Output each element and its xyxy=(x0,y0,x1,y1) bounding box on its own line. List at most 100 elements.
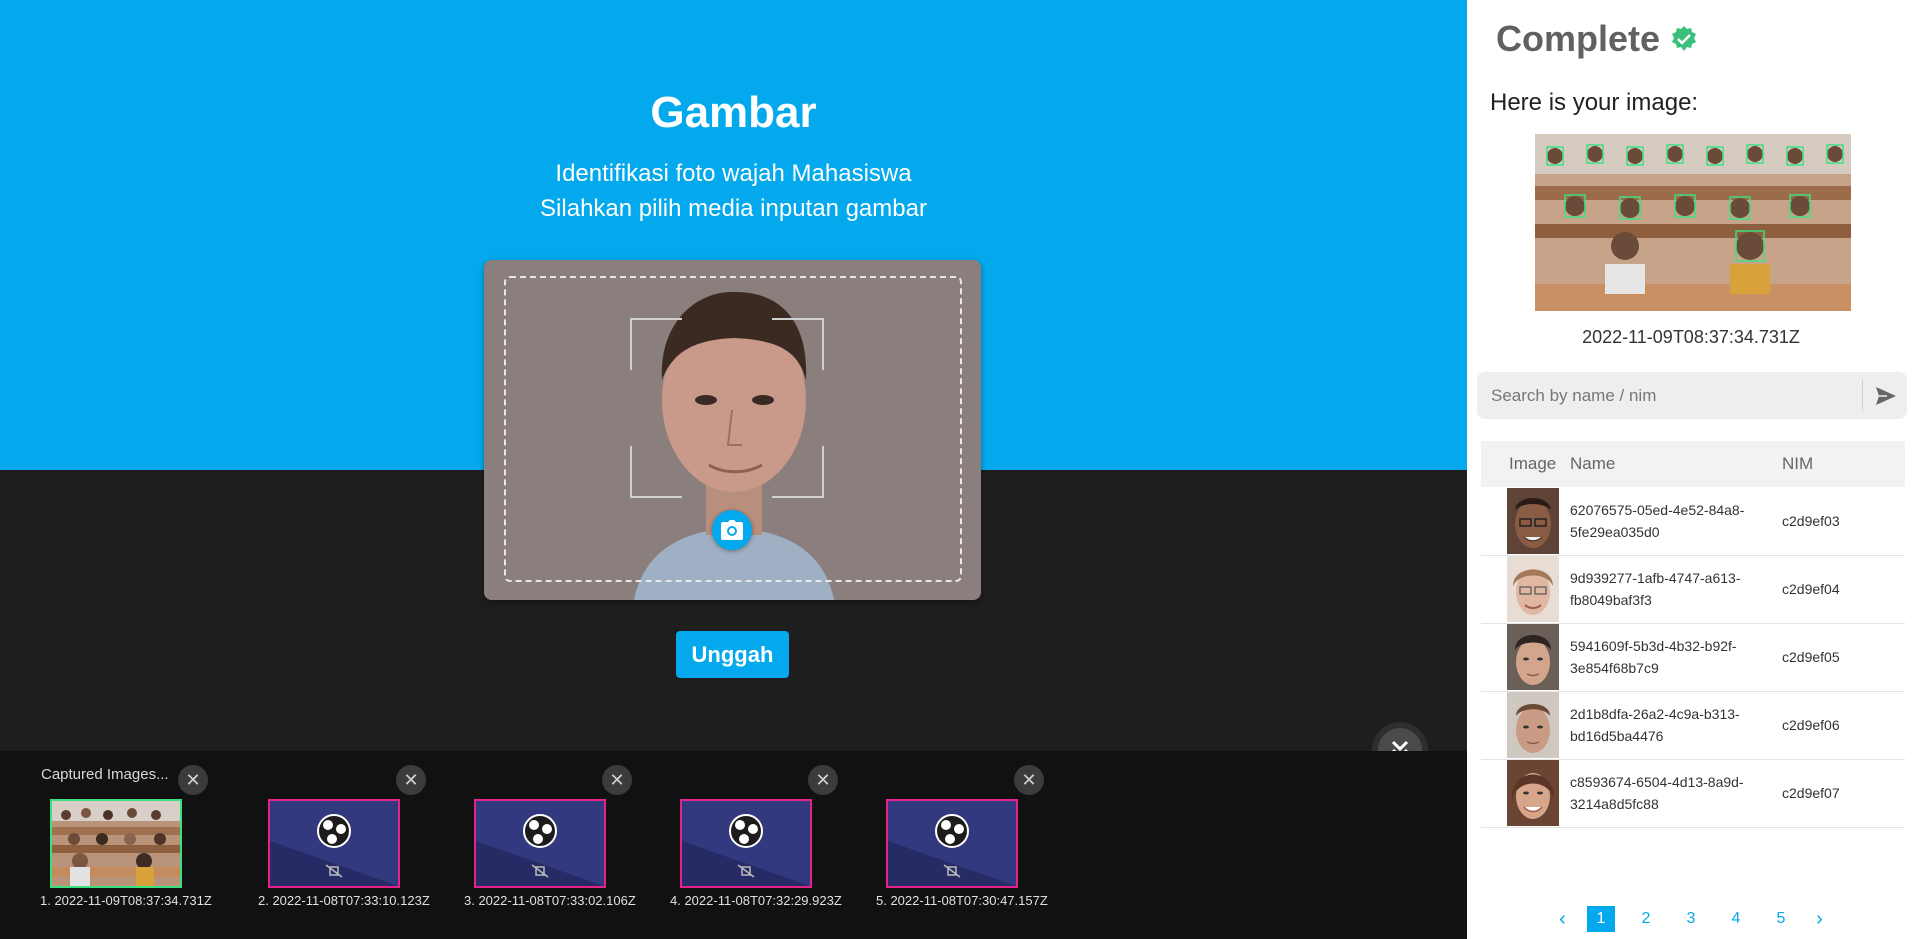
table-row[interactable]: 5941609f-5b3d-4b32-b92f- 3e854f68b7c9 c2d… xyxy=(1481,623,1905,691)
table-row[interactable]: 9d939277-1afb-4747-a613- fb8049baf3f3 c2d… xyxy=(1481,555,1905,623)
captured-thumbnail[interactable]: ✕ 2. 2022-11-08T07:33:10.123Z xyxy=(258,765,430,908)
name-line: 3214a8d5fc88 xyxy=(1570,796,1659,812)
name-cell: 5941609f-5b3d-4b32-b92f- 3e854f68b7c9 xyxy=(1570,623,1782,691)
face-thumbnail xyxy=(1507,487,1559,554)
prev-page-button[interactable]: ‹ xyxy=(1547,908,1579,931)
focus-corner xyxy=(772,318,824,370)
search-divider xyxy=(1862,380,1863,411)
nim-cell: c2d9ef03 xyxy=(1782,512,1840,529)
chevron-left-icon: ‹ xyxy=(1559,907,1566,930)
name-line: c8593674-6504-4d13-8a9d- xyxy=(1570,774,1744,790)
face-thumbnail xyxy=(1507,692,1559,758)
result-title-text: Complete xyxy=(1496,18,1661,59)
subtitle-line-2: Silahkan pilih media inputan gambar xyxy=(540,195,927,222)
verified-badge-icon xyxy=(1672,26,1697,51)
chevron-right-icon: › xyxy=(1816,907,1823,930)
camera-preview[interactable] xyxy=(484,260,981,600)
obs-placeholder-image xyxy=(270,801,398,886)
name-line: fb8049baf3f3 xyxy=(1570,592,1652,608)
face-image-cell xyxy=(1481,623,1570,691)
captured-images-title: Captured Images... xyxy=(41,766,169,783)
close-icon: ✕ xyxy=(609,769,625,790)
face-image-cell xyxy=(1481,487,1570,555)
name-line: 5941609f-5b3d-4b32-b92f- xyxy=(1570,638,1737,654)
column-header-image: Image xyxy=(1509,454,1557,473)
name-line: 3e854f68b7c9 xyxy=(1570,660,1659,676)
result-timestamp: 2022-11-09T08:37:34.731Z xyxy=(1582,327,1800,347)
thumbnail-caption: 2. 2022-11-08T07:33:10.123Z xyxy=(258,893,430,908)
annotated-classroom-photo xyxy=(1535,134,1851,311)
nim-cell: c2d9ef04 xyxy=(1782,581,1840,597)
table-row[interactable]: 62076575-05ed-4e52-84a8- 5fe29ea035d0 c2d… xyxy=(1481,487,1905,555)
capture-button[interactable] xyxy=(712,510,752,550)
face-thumbnail xyxy=(1507,556,1559,622)
name-cell: 9d939277-1afb-4747-a613- fb8049baf3f3 xyxy=(1570,555,1782,623)
nim-cell: c2d9ef05 xyxy=(1782,649,1840,665)
camera-icon xyxy=(721,520,743,540)
face-thumbnail xyxy=(1507,624,1559,690)
remove-image-button[interactable]: ✕ xyxy=(396,765,426,795)
remove-image-button[interactable]: ✕ xyxy=(178,765,208,795)
name-line: 62076575-05ed-4e52-84a8- xyxy=(1570,501,1745,518)
page-title: Gambar xyxy=(650,88,817,137)
table-row[interactable]: c8593674-6504-4d13-8a9d- 3214a8d5fc88 c2d… xyxy=(1481,759,1905,827)
thumbnail-image[interactable] xyxy=(680,799,812,888)
name-cell: c8593674-6504-4d13-8a9d- 3214a8d5fc88 xyxy=(1570,759,1782,827)
subtitle-line-1: Identifikasi foto wajah Mahasiswa xyxy=(555,160,912,187)
focus-corner xyxy=(772,446,824,498)
obs-placeholder-image xyxy=(682,801,810,886)
send-icon xyxy=(1876,387,1896,405)
name-line: 2d1b8dfa-26a2-4c9a-b313- xyxy=(1570,706,1740,722)
nim-cell: c2d9ef07 xyxy=(1782,785,1840,801)
page-button-5[interactable]: 5 xyxy=(1759,910,1804,928)
face-image-cell xyxy=(1481,555,1570,623)
page-button-3[interactable]: 3 xyxy=(1669,910,1714,928)
result-title: Complete xyxy=(1496,18,1698,60)
focus-corner xyxy=(630,446,682,498)
page-button-4[interactable]: 4 xyxy=(1714,910,1759,928)
close-icon: ✕ xyxy=(403,769,419,790)
obs-placeholder-image xyxy=(476,801,604,886)
search-input[interactable] xyxy=(1477,372,1855,419)
upload-button[interactable]: Unggah xyxy=(676,631,789,678)
next-page-button[interactable]: › xyxy=(1804,908,1836,931)
nim-cell: c2d9ef06 xyxy=(1782,717,1840,733)
name-line: 5fe29ea035d0 xyxy=(1570,523,1660,540)
result-subtitle: Here is your image: xyxy=(1490,89,1699,116)
thumbnail-caption: 3. 2022-11-08T07:33:02.106Z xyxy=(464,893,636,908)
result-panel: Complete Here is your image: 2022-11-09T… xyxy=(1467,0,1915,939)
captured-thumbnail[interactable]: ✕ 5. 2022-11-08T07:30:47.157Z xyxy=(876,765,1048,908)
remove-image-button[interactable]: ✕ xyxy=(1014,765,1044,795)
name-line: bd16d5ba4476 xyxy=(1570,728,1664,744)
face-image-cell xyxy=(1481,759,1570,827)
result-image xyxy=(1535,134,1851,311)
name-line: 9d939277-1afb-4747-a613- xyxy=(1570,570,1741,586)
page-button-2[interactable]: 2 xyxy=(1624,910,1669,928)
captured-images-strip: Captured Images... ✕ 1. 2022-11-09T08:37… xyxy=(0,751,1467,939)
thumbnail-caption: 4. 2022-11-08T07:32:29.923Z xyxy=(670,893,842,908)
search-submit-button[interactable] xyxy=(1870,380,1902,412)
face-image-cell xyxy=(1481,691,1570,759)
thumbnail-image[interactable] xyxy=(474,799,606,888)
pagination: ‹ 1 2 3 4 5 › xyxy=(1467,906,1915,932)
captured-thumbnail[interactable]: ✕ 4. 2022-11-08T07:32:29.923Z xyxy=(670,765,842,908)
obs-placeholder-image xyxy=(888,801,1016,886)
thumbnail-image[interactable] xyxy=(50,799,182,888)
column-header-name: Name xyxy=(1570,454,1616,473)
thumbnail-image[interactable] xyxy=(268,799,400,888)
thumbnail-image[interactable] xyxy=(886,799,1018,888)
table-row[interactable]: 2d1b8dfa-26a2-4c9a-b313- bd16d5ba4476 c2d… xyxy=(1481,691,1905,759)
name-cell: 2d1b8dfa-26a2-4c9a-b313- bd16d5ba4476 xyxy=(1570,691,1782,759)
close-icon: ✕ xyxy=(1021,769,1037,790)
thumbnail-caption: 5. 2022-11-08T07:30:47.157Z xyxy=(876,893,1048,908)
table-header-row: Image Name NIM xyxy=(1481,441,1905,487)
captured-thumbnail[interactable]: ✕ 3. 2022-11-08T07:33:02.106Z xyxy=(464,765,636,908)
close-icon: ✕ xyxy=(815,769,831,790)
page-button-1[interactable]: 1 xyxy=(1579,906,1624,932)
captured-thumbnail[interactable]: ✕ 1. 2022-11-09T08:37:34.731Z xyxy=(40,765,212,908)
name-cell: 62076575-05ed-4e52-84a8- 5fe29ea035d0 xyxy=(1570,487,1782,555)
column-header-nim: NIM xyxy=(1782,454,1814,473)
remove-image-button[interactable]: ✕ xyxy=(808,765,838,795)
results-table: Image Name NIM 62076575-05ed-4e52-84a8- 5… xyxy=(1481,441,1905,828)
remove-image-button[interactable]: ✕ xyxy=(602,765,632,795)
